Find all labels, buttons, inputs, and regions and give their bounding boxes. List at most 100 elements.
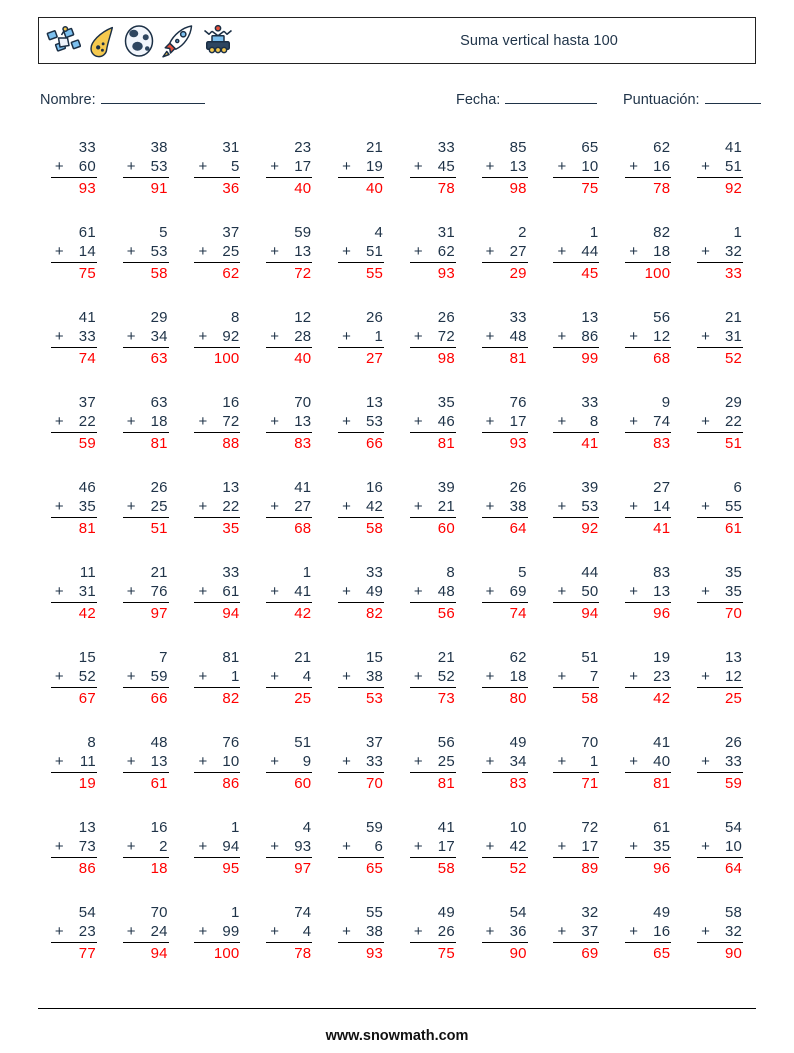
plus-sign-icon: +: [270, 158, 280, 175]
addend-bottom-row: +37: [553, 922, 600, 943]
addend-bottom-row: +19: [338, 157, 385, 178]
problem-cell: 72 +17 89: [541, 818, 613, 903]
addend-top: 65: [581, 139, 599, 156]
problem-row: 41 +33 74 29 +34 63 8 +92 100 12 +28 40 26 +1 27 26 +72 9…: [38, 308, 756, 393]
score-input[interactable]: [704, 92, 761, 104]
addition-problem: 21 +4 25: [266, 648, 313, 708]
problem-cell: 33 +8 41: [541, 393, 613, 478]
addend-bottom: 76: [150, 583, 168, 600]
problem-cell: 8 +48 56: [397, 563, 469, 648]
addend-top: 35: [724, 564, 743, 581]
addend-top: 59: [365, 819, 384, 836]
addition-problem: 4 +51 55: [338, 223, 385, 283]
addition-problem: 16 +2 18: [122, 818, 169, 878]
problem-cell: 13 +12 25: [684, 648, 756, 733]
plus-sign-icon: +: [701, 838, 711, 855]
date-field-group: Fecha:: [456, 92, 598, 108]
plus-sign-icon: +: [126, 498, 136, 515]
addend-bottom-row: +26: [409, 922, 456, 943]
problem-row: 33 +60 93 38 +53 91 31 +5 36 23 +17 40 21 +19 40 33 +45 7…: [38, 138, 756, 223]
addend-top: 37: [78, 394, 96, 411]
addend-bottom: 4: [302, 668, 312, 685]
addend-bottom-row: +59: [122, 667, 169, 688]
answer-value: 100: [213, 350, 240, 367]
addend-bottom: 17: [437, 838, 455, 855]
addition-problem: 33 +45 78: [409, 138, 456, 198]
addend-bottom: 18: [509, 668, 527, 685]
problem-cell: 62 +16 78: [612, 138, 684, 223]
addend-bottom-row: +69: [481, 582, 528, 603]
answer-value: 94: [222, 605, 240, 622]
addend-bottom-row: +93: [266, 837, 313, 858]
addition-problem: 13 +86 99: [553, 308, 600, 368]
plus-sign-icon: +: [126, 668, 136, 685]
addend-bottom: 46: [437, 413, 455, 430]
addend-bottom-row: +41: [266, 582, 313, 603]
answer-value: 36: [222, 180, 240, 197]
addition-problem: 70 +13 83: [266, 393, 313, 453]
addend-bottom: 38: [365, 668, 384, 685]
student-info-row: Nombre: Fecha: Puntuación:: [38, 92, 761, 114]
plus-sign-icon: +: [701, 158, 711, 175]
answer-value: 59: [78, 435, 96, 452]
addition-problem: 26 +72 98: [409, 308, 456, 368]
addend-bottom-row: +8: [553, 412, 600, 433]
addend-bottom: 53: [150, 158, 168, 175]
addend-top: 62: [509, 649, 527, 666]
plus-sign-icon: +: [342, 413, 352, 430]
plus-sign-icon: +: [485, 413, 495, 430]
addition-problem: 49 +26 75: [409, 903, 456, 963]
plus-sign-icon: +: [198, 583, 208, 600]
addend-top: 41: [78, 309, 96, 326]
addition-problem: 26 +38 64: [481, 478, 528, 538]
plus-sign-icon: +: [198, 668, 208, 685]
addend-top: 33: [78, 139, 96, 156]
plus-sign-icon: +: [629, 243, 639, 260]
answer-value: 40: [294, 180, 312, 197]
problem-row: 8 +11 19 48 +13 61 76 +10 86 51 +9 60 37 +33 70 56 +25 81…: [38, 733, 756, 818]
addend-bottom: 28: [294, 328, 312, 345]
addend-top: 83: [653, 564, 671, 581]
addend-bottom-row: +60: [50, 157, 97, 178]
problem-cell: 61 +35 96: [612, 818, 684, 903]
answer-value: 93: [509, 435, 527, 452]
problem-cell: 49 +16 65: [612, 903, 684, 988]
problem-cell: 41 +17 58: [397, 818, 469, 903]
plus-sign-icon: +: [126, 243, 136, 260]
addend-bottom: 24: [150, 923, 168, 940]
addend-top: 32: [581, 904, 599, 921]
addition-problem: 27 +14 41: [625, 478, 672, 538]
problem-cell: 32 +37 69: [541, 903, 613, 988]
answer-value: 51: [724, 435, 743, 452]
addition-problem: 1 +94 95: [194, 818, 241, 878]
addend-bottom-row: +5: [194, 157, 241, 178]
addend-top: 13: [78, 819, 96, 836]
plus-sign-icon: +: [270, 243, 280, 260]
problem-row: 46 +35 81 26 +25 51 13 +22 35 41 +27 68 16 +42 58 39 +21…: [38, 478, 756, 563]
addend-top: 4: [302, 819, 312, 836]
addend-top: 16: [222, 394, 240, 411]
addend-top: 5: [518, 564, 527, 581]
problem-cell: 54 +10 64: [684, 818, 756, 903]
answer-value: 41: [653, 520, 671, 537]
addend-top: 37: [365, 734, 384, 751]
answer-value: 86: [222, 775, 240, 792]
addend-bottom-row: +16: [625, 922, 672, 943]
problem-cell: 1 +41 42: [253, 563, 325, 648]
problem-cell: 37 +25 62: [182, 223, 254, 308]
addition-problem: 62 +16 78: [625, 138, 672, 198]
answer-value: 98: [509, 180, 527, 197]
date-input[interactable]: [505, 92, 598, 104]
plus-sign-icon: +: [126, 923, 136, 940]
plus-sign-icon: +: [557, 158, 567, 175]
addition-problem: 82 +18 100: [625, 223, 672, 283]
answer-value: 75: [581, 180, 599, 197]
addition-problem: 48 +13 61: [122, 733, 169, 793]
addend-bottom: 55: [724, 498, 743, 515]
addend-top: 26: [150, 479, 168, 496]
addend-bottom-row: +27: [266, 497, 313, 518]
addition-problem: 4 +93 97: [266, 818, 313, 878]
addend-bottom-row: +62: [409, 242, 456, 263]
problem-cell: 85 +13 98: [469, 138, 541, 223]
name-input[interactable]: [100, 92, 205, 104]
